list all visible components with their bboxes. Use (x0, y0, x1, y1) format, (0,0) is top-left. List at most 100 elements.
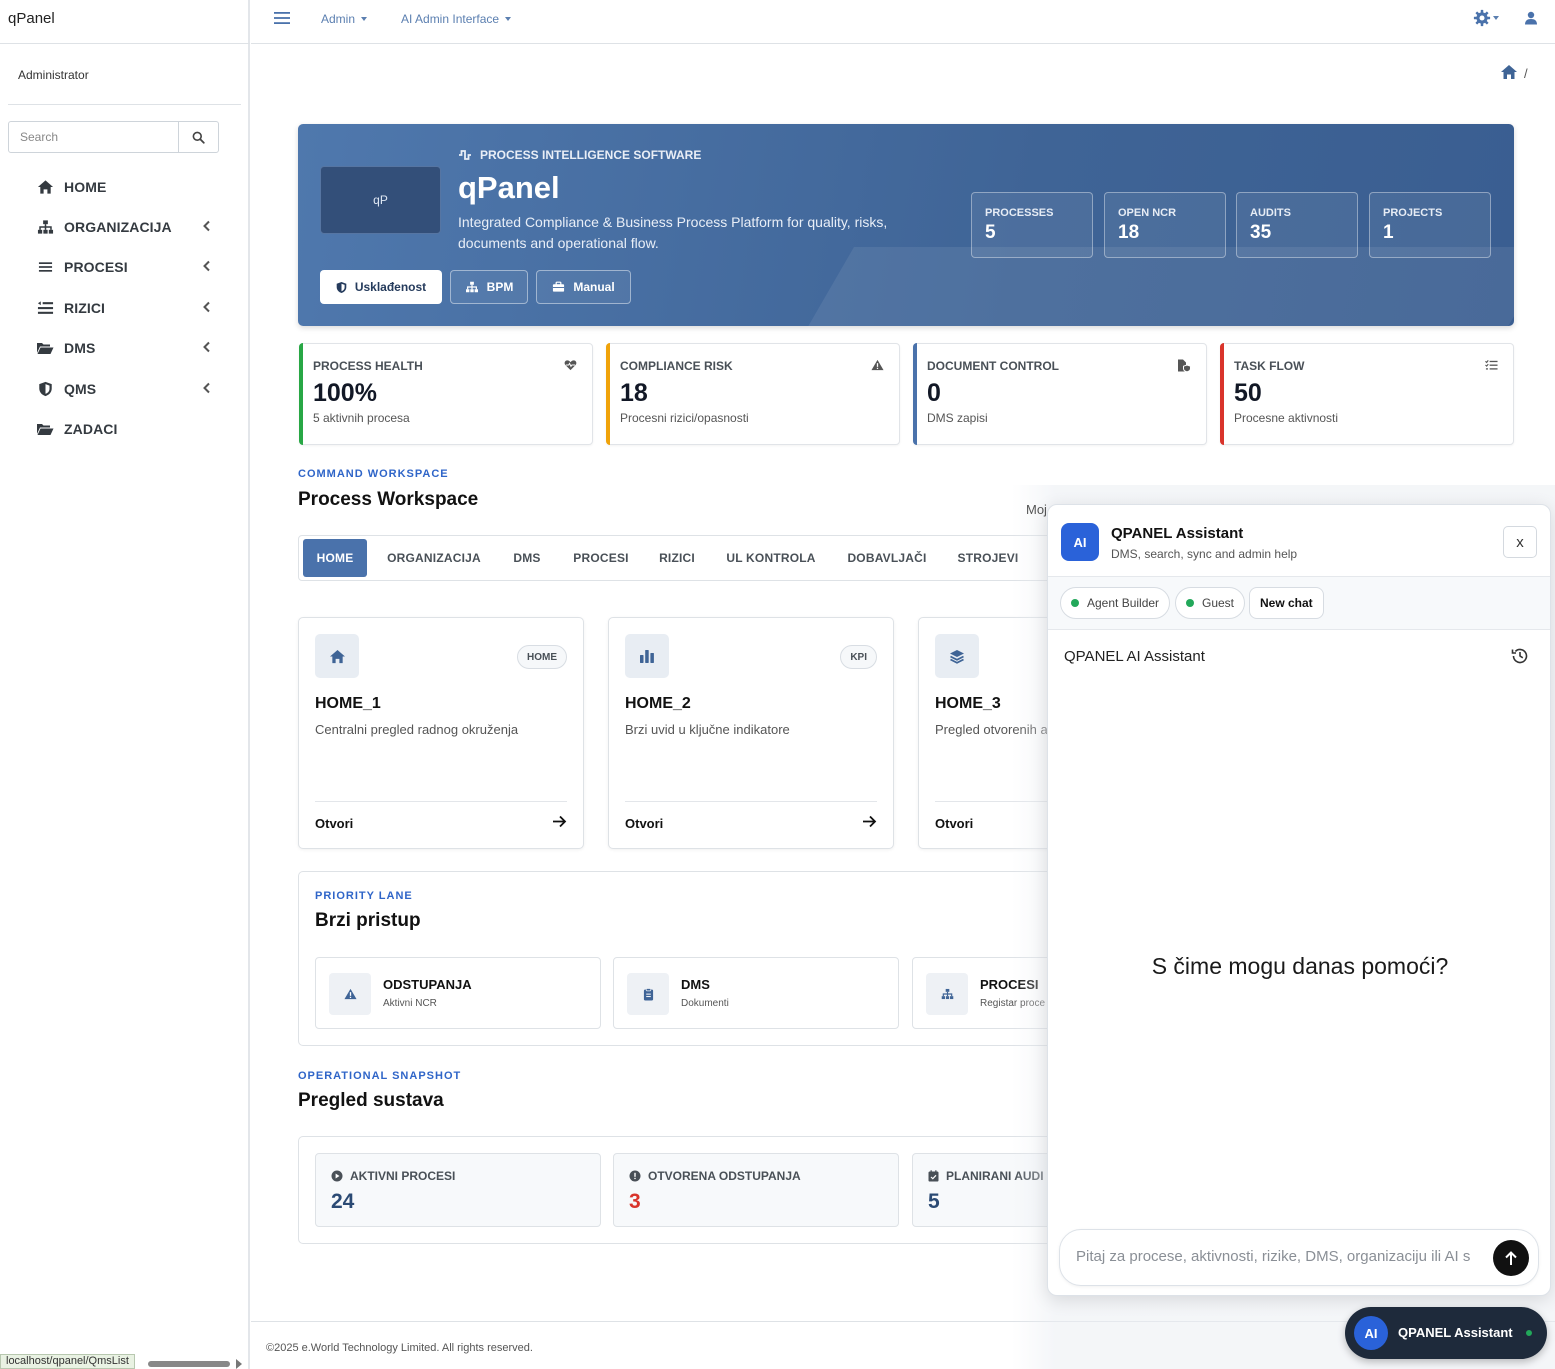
kpi-accent-bar (1220, 343, 1224, 445)
settings-dropdown[interactable] (1473, 9, 1499, 27)
chevron-left-icon (203, 220, 210, 232)
open-link[interactable]: Otvori (935, 816, 973, 831)
new-chat-button[interactable]: New chat (1249, 587, 1324, 619)
sidebar-item-label: ZADACI (64, 421, 118, 437)
chart-icon-box (625, 634, 669, 678)
snapshot-aktivni-procesi: AKTIVNI PROCESI 24 (315, 1153, 601, 1227)
tab-ul-kontrola[interactable]: UL KONTROLA (715, 539, 827, 577)
section-eyebrow: OPERATIONAL SNAPSHOT (298, 1070, 462, 1082)
card-title: HOME_3 (935, 695, 1001, 712)
sidebar-item-rizici[interactable]: RIZICI (36, 295, 226, 321)
bpm-button[interactable]: BPM (450, 270, 528, 304)
breadcrumb-home-icon[interactable] (1500, 64, 1518, 80)
arrow-up-icon (1505, 1250, 1517, 1265)
chevron-left-icon (203, 382, 210, 394)
sidebar-item-procesi[interactable]: PROCESI (36, 254, 226, 280)
card-badge: HOME (517, 645, 567, 669)
partial-text: Moj (1026, 502, 1047, 517)
quick-access-odstupanja[interactable]: ODSTUPANJA Aktivni NCR (315, 957, 601, 1029)
gear-icon (1473, 9, 1491, 27)
quick-access-dms[interactable]: DMS Dokumenti (613, 957, 899, 1029)
admin-dropdown[interactable]: Admin (321, 12, 368, 26)
play-circle-icon (331, 1170, 343, 1182)
sidebar-item-home[interactable]: HOME (36, 174, 226, 200)
close-button[interactable]: x (1503, 526, 1537, 558)
search-button[interactable] (178, 122, 218, 152)
kpi-accent-bar (299, 343, 303, 445)
tab-procesi[interactable]: PROCESI (563, 539, 639, 577)
assistant-name: QPANEL AI Assistant (1064, 648, 1205, 665)
uskladenost-button[interactable]: Usklađenost (320, 270, 442, 304)
sidebar-item-organizacija[interactable]: ORGANIZACIJA (36, 214, 226, 240)
sidebar-search (8, 121, 219, 153)
stat-open-ncr: OPEN NCR 18 (1104, 192, 1226, 258)
home-card-2[interactable]: KPI HOME_2 Brzi uvid u ključne indikator… (608, 617, 894, 849)
chat-header: AI QPANEL Assistant DMS, search, sync an… (1048, 505, 1550, 577)
arrow-right-icon[interactable] (862, 815, 877, 828)
tab-organizacija[interactable]: ORGANIZACIJA (377, 539, 491, 577)
sidebar-item-dms[interactable]: DMS (36, 335, 226, 361)
manual-button[interactable]: Manual (536, 270, 631, 304)
card-description: Centralni pregled radnog okruženja (315, 722, 519, 737)
ai-avatar: AI (1061, 523, 1099, 561)
sidebar-item-label: HOME (64, 179, 107, 195)
icon-box (926, 973, 968, 1015)
tab-home[interactable]: HOME (303, 539, 367, 577)
kpi-process-health: PROCESS HEALTH 100% 5 aktivnih procesa (299, 343, 593, 445)
online-status-dot (1524, 1328, 1534, 1338)
chat-input-box (1059, 1229, 1539, 1286)
snapshot-value: 3 (629, 1190, 641, 1213)
folder-open-icon (36, 420, 54, 438)
guest-pill[interactable]: Guest (1175, 587, 1246, 619)
sitemap-icon (941, 988, 953, 1000)
hero-tagline: PROCESS INTELLIGENCE SOFTWARE (458, 148, 701, 162)
user-name[interactable]: Administrator (18, 68, 89, 82)
chevron-left-icon (203, 260, 210, 272)
ai-admin-dropdown[interactable]: AI Admin Interface (401, 12, 512, 26)
assistant-launcher-button[interactable]: AI QPANEL Assistant (1345, 1307, 1547, 1359)
scroll-right-arrow-icon[interactable] (236, 1359, 242, 1369)
ai-assistant-panel: AI QPANEL Assistant DMS, search, sync an… (1047, 504, 1551, 1296)
send-button[interactable] (1493, 1240, 1529, 1276)
tab-rizici[interactable]: RIZICI (649, 539, 705, 577)
hamburger-menu-icon[interactable] (274, 11, 290, 25)
clipboard-icon (643, 987, 653, 1000)
section-eyebrow: COMMAND WORKSPACE (298, 468, 449, 480)
tab-dobavljaci[interactable]: DOBAVLJAČI (837, 539, 937, 577)
home-icon (36, 178, 54, 196)
kpi-task-flow: TASK FLOW 50 Procesne aktivnosti (1220, 343, 1514, 445)
snapshot-otvorena-odstupanja: OTVORENA ODSTUPANJA 3 (613, 1153, 899, 1227)
arrow-right-icon[interactable] (552, 815, 567, 828)
search-input[interactable] (9, 122, 179, 152)
sidebar-item-qms[interactable]: QMS (36, 376, 226, 402)
sidebar-item-zadaci[interactable]: ZADACI (36, 416, 226, 442)
chat-toolbar: Agent Builder Guest New chat (1048, 577, 1550, 630)
snapshot-value: 24 (331, 1190, 355, 1213)
top-navbar: Admin AI Admin Interface (251, 0, 1555, 44)
stat-projects: PROJECTS 1 (1369, 192, 1491, 258)
sidebar-item-label: QMS (64, 381, 97, 397)
calendar-check-icon (928, 1170, 939, 1182)
section-title: Process Workspace (298, 489, 479, 510)
caret-down-icon (361, 17, 368, 21)
open-link[interactable]: Otvori (625, 816, 663, 831)
divider (315, 801, 567, 802)
chat-input[interactable] (1076, 1248, 1484, 1265)
home-icon (329, 649, 345, 663)
horizontal-scrollbar[interactable] (148, 1361, 230, 1367)
launcher-label: QPANEL Assistant (1398, 1325, 1513, 1340)
agent-builder-pill[interactable]: Agent Builder (1060, 587, 1171, 619)
kpi-accent-bar (606, 343, 610, 445)
brand-name[interactable]: qPanel (8, 10, 55, 27)
home-card-1[interactable]: HOME HOME_1 Centralni pregled radnog okr… (298, 617, 584, 849)
tab-dms[interactable]: DMS (501, 539, 553, 577)
hero-banner: qP PROCESS INTELLIGENCE SOFTWARE qPanel … (298, 124, 1514, 326)
hero-logo: qP (320, 166, 441, 234)
open-link[interactable]: Otvori (315, 816, 353, 831)
card-title: HOME_2 (625, 695, 691, 712)
divider (625, 801, 877, 802)
user-icon[interactable] (1524, 11, 1538, 25)
hero-description: Integrated Compliance & Business Process… (458, 214, 888, 251)
history-icon[interactable] (1510, 646, 1530, 666)
search-icon (192, 131, 205, 144)
